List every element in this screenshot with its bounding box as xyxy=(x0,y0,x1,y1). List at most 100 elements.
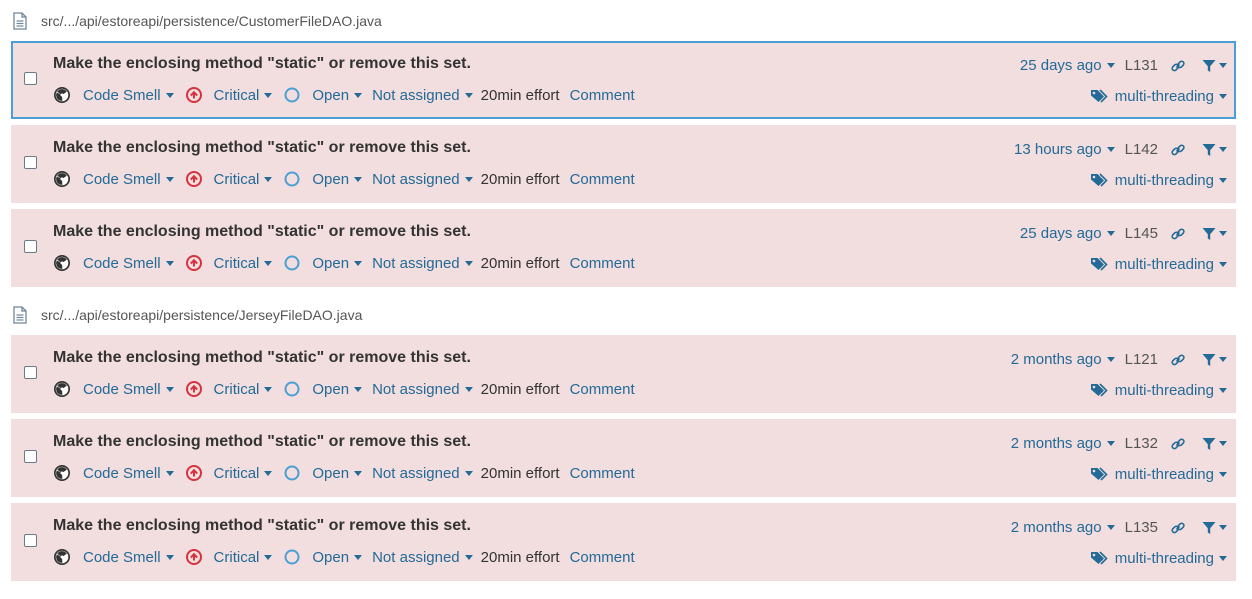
issue-message[interactable]: Make the enclosing method "static" or re… xyxy=(53,139,471,157)
severity-dropdown[interactable]: Critical xyxy=(185,255,273,272)
line-number: L142 xyxy=(1124,141,1158,158)
severity-dropdown[interactable]: Critical xyxy=(185,381,273,398)
comment-link[interactable]: Comment xyxy=(570,381,635,398)
effort-label: 20min effort xyxy=(480,86,560,104)
severity-label: Critical xyxy=(213,548,260,566)
issue-row[interactable]: Make the enclosing method "static" or re… xyxy=(11,41,1236,119)
assignee-dropdown[interactable]: Not assigned xyxy=(372,549,473,566)
assignee-dropdown[interactable]: Not assigned xyxy=(372,87,473,104)
effort-label: 20min effort xyxy=(480,254,560,272)
tags-dropdown[interactable]: multi-threading xyxy=(1090,550,1227,567)
assignee-label: Not assigned xyxy=(372,464,460,482)
tags-dropdown[interactable]: multi-threading xyxy=(1090,256,1227,273)
issue-message[interactable]: Make the enclosing method "static" or re… xyxy=(53,349,471,367)
issue-checkbox[interactable] xyxy=(24,534,37,547)
code-smell-icon xyxy=(53,380,77,398)
status-dropdown[interactable]: Open xyxy=(284,87,363,104)
status-label: Open xyxy=(312,548,350,566)
date-dropdown[interactable]: 25 days ago xyxy=(1020,225,1115,242)
assignee-dropdown[interactable]: Not assigned xyxy=(372,171,473,188)
issue-row[interactable]: Make the enclosing method "static" or re… xyxy=(11,125,1236,203)
status-dropdown[interactable]: Open xyxy=(284,255,363,272)
severity-dropdown[interactable]: Critical xyxy=(185,87,273,104)
issue-info: 25 days ago L145 xyxy=(1020,225,1227,242)
link-icon[interactable] xyxy=(1170,58,1186,74)
type-dropdown[interactable]: Code Smell xyxy=(53,464,174,482)
assignee-label: Not assigned xyxy=(372,380,460,398)
issue-row[interactable]: Make the enclosing method "static" or re… xyxy=(11,209,1236,287)
type-dropdown[interactable]: Code Smell xyxy=(53,170,174,188)
type-dropdown[interactable]: Code Smell xyxy=(53,548,174,566)
filter-dropdown[interactable] xyxy=(1202,143,1227,157)
link-icon[interactable] xyxy=(1170,436,1186,452)
chevron-down-icon xyxy=(264,260,273,266)
tag-icon xyxy=(1090,382,1115,399)
type-dropdown[interactable]: Code Smell xyxy=(53,254,174,272)
comment-link[interactable]: Comment xyxy=(570,465,635,482)
date-dropdown[interactable]: 2 months ago xyxy=(1011,351,1115,368)
filter-dropdown[interactable] xyxy=(1202,227,1227,241)
status-dropdown[interactable]: Open xyxy=(284,464,363,482)
code-smell-icon xyxy=(53,86,77,104)
issue-meta: Code Smell Critical Open Not assigned 20min … xyxy=(53,86,643,104)
link-icon[interactable] xyxy=(1170,520,1186,536)
status-dropdown[interactable]: Open xyxy=(284,170,363,188)
issue-message[interactable]: Make the enclosing method "static" or re… xyxy=(53,223,471,241)
status-label: Open xyxy=(312,170,350,188)
code-smell-icon xyxy=(53,548,77,566)
open-status-icon xyxy=(284,381,306,397)
issue-row[interactable]: Make the enclosing method "static" or re… xyxy=(11,335,1236,413)
filter-dropdown[interactable] xyxy=(1202,521,1227,535)
tags-dropdown[interactable]: multi-threading xyxy=(1090,466,1227,483)
severity-dropdown[interactable]: Critical xyxy=(185,171,273,188)
type-dropdown[interactable]: Code Smell xyxy=(53,380,174,398)
severity-dropdown[interactable]: Critical xyxy=(185,548,273,566)
assignee-dropdown[interactable]: Not assigned xyxy=(372,465,473,482)
critical-severity-icon xyxy=(185,255,208,271)
date-dropdown[interactable]: 2 months ago xyxy=(1011,519,1115,536)
chevron-down-icon xyxy=(1106,525,1115,530)
issue-checkbox[interactable] xyxy=(24,240,37,253)
status-label: Open xyxy=(312,464,350,482)
status-dropdown[interactable]: Open xyxy=(284,548,363,566)
issue-checkbox[interactable] xyxy=(24,72,37,85)
tag-icon xyxy=(1090,466,1115,483)
comment-link[interactable]: Comment xyxy=(570,171,635,188)
file-path[interactable]: src/.../api/estoreapi/persistence/Custom… xyxy=(41,13,382,29)
filter-dropdown[interactable] xyxy=(1202,353,1227,367)
link-icon[interactable] xyxy=(1170,352,1186,368)
severity-dropdown[interactable]: Critical xyxy=(185,465,273,482)
tag-label: multi-threading xyxy=(1114,172,1214,189)
issue-message[interactable]: Make the enclosing method "static" or re… xyxy=(53,55,471,73)
issue-info: 13 hours ago L142 xyxy=(1014,141,1227,158)
issue-checkbox[interactable] xyxy=(24,366,37,379)
issue-checkbox[interactable] xyxy=(24,156,37,169)
status-dropdown[interactable]: Open xyxy=(284,380,363,398)
issue-row[interactable]: Make the enclosing method "static" or re… xyxy=(11,419,1236,497)
date-dropdown[interactable]: 2 months ago xyxy=(1011,435,1115,452)
filter-dropdown[interactable] xyxy=(1202,59,1227,73)
date-dropdown[interactable]: 13 hours ago xyxy=(1014,141,1115,158)
chevron-down-icon xyxy=(464,386,473,392)
tags-dropdown[interactable]: multi-threading xyxy=(1090,88,1227,105)
status-label: Open xyxy=(312,380,350,398)
assignee-dropdown[interactable]: Not assigned xyxy=(372,255,473,272)
date-dropdown[interactable]: 25 days ago xyxy=(1020,57,1115,74)
link-icon[interactable] xyxy=(1170,142,1186,158)
tags-dropdown[interactable]: multi-threading xyxy=(1090,172,1227,189)
open-status-icon xyxy=(284,255,306,271)
comment-link[interactable]: Comment xyxy=(570,87,635,104)
issue-row[interactable]: Make the enclosing method "static" or re… xyxy=(11,503,1236,581)
filter-dropdown[interactable] xyxy=(1202,437,1227,451)
file-path[interactable]: src/.../api/estoreapi/persistence/Jersey… xyxy=(41,307,362,323)
issue-message[interactable]: Make the enclosing method "static" or re… xyxy=(53,433,471,451)
issue-message[interactable]: Make the enclosing method "static" or re… xyxy=(53,517,471,535)
issue-checkbox[interactable] xyxy=(24,450,37,463)
chevron-down-icon xyxy=(165,176,174,182)
tags-dropdown[interactable]: multi-threading xyxy=(1090,382,1227,399)
comment-link[interactable]: Comment xyxy=(570,255,635,272)
type-dropdown[interactable]: Code Smell xyxy=(53,86,174,104)
assignee-dropdown[interactable]: Not assigned xyxy=(372,381,473,398)
link-icon[interactable] xyxy=(1170,226,1186,242)
comment-link[interactable]: Comment xyxy=(570,549,635,566)
